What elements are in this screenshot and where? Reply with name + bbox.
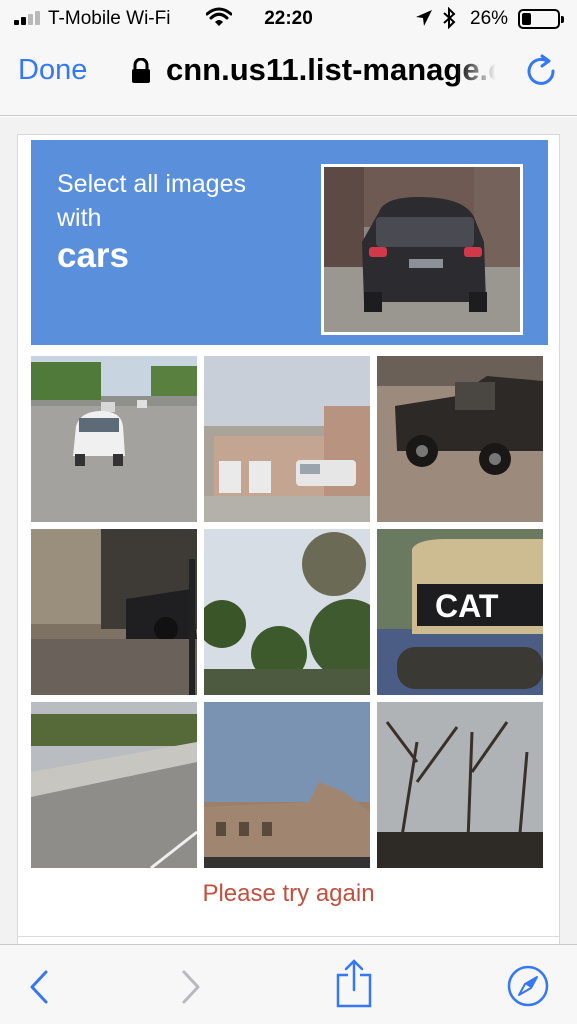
- image-tile[interactable]: [204, 702, 370, 868]
- image-tile[interactable]: [204, 529, 370, 695]
- svg-text:CAT: CAT: [435, 588, 499, 624]
- battery-percent: 26%: [470, 8, 509, 29]
- lock-icon: [131, 57, 151, 89]
- challenge-prompt: Select all images with cars: [57, 167, 246, 273]
- prompt-line-1: Select all images: [57, 170, 246, 198]
- image-tile[interactable]: [377, 356, 543, 522]
- address-bar-url[interactable]: cnn.us11.list-manage.com: [166, 52, 496, 88]
- footer-divider: [18, 936, 559, 937]
- image-tile[interactable]: [377, 702, 543, 868]
- image-tile[interactable]: [204, 356, 370, 522]
- reload-icon[interactable]: [525, 53, 557, 92]
- challenge-header: Select all images with cars: [31, 140, 548, 345]
- recaptcha-challenge: Select all images with cars CAT Please t…: [17, 134, 560, 964]
- share-icon[interactable]: [335, 958, 373, 1013]
- forward-icon[interactable]: [180, 969, 202, 1010]
- back-icon[interactable]: [28, 969, 50, 1010]
- image-tile[interactable]: CAT: [377, 529, 543, 695]
- image-tile[interactable]: [31, 529, 197, 695]
- battery-icon: [518, 9, 564, 29]
- error-message: Please try again: [202, 880, 375, 907]
- sample-car-image: [321, 164, 523, 335]
- image-tile[interactable]: [31, 702, 197, 868]
- bluetooth-icon: [442, 6, 456, 34]
- safari-compass-icon[interactable]: [506, 964, 550, 1013]
- browser-toolbar: [0, 944, 577, 1024]
- browser-nav-bar: Done cnn.us11.list-manage.com: [0, 38, 577, 116]
- status-bar: T-Mobile Wi-Fi 22:20 26%: [0, 0, 577, 38]
- image-tile[interactable]: [31, 356, 197, 522]
- location-arrow-icon: [415, 9, 433, 32]
- prompt-target: cars: [57, 236, 130, 275]
- image-grid: CAT: [31, 356, 545, 868]
- done-button[interactable]: Done: [18, 54, 87, 87]
- prompt-line-2: with: [57, 204, 102, 232]
- web-content: Select all images with cars CAT Please t…: [0, 117, 577, 964]
